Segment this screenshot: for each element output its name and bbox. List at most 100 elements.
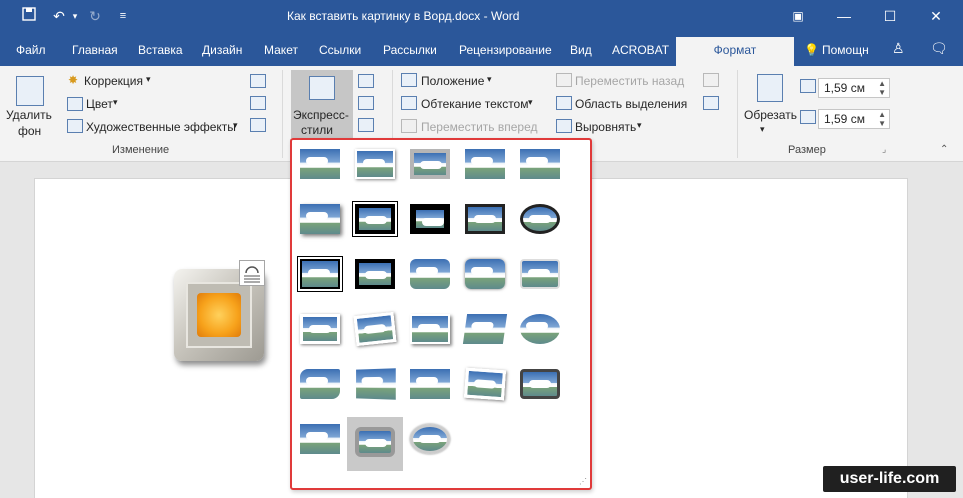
style-preview-image [462,314,508,344]
tab-review[interactable]: Рецензирование [459,43,552,57]
cloud-icon [361,376,384,386]
rotate-icon[interactable] [703,96,719,110]
picture-style-option[interactable] [300,369,340,399]
lightbulb-icon: 💡 [804,43,819,57]
picture-style-option[interactable] [355,368,396,400]
resize-grip-icon[interactable]: ⋰ [579,477,587,486]
remove-background-button[interactable]: Удалить [6,108,52,122]
color-button[interactable]: Цвет [86,97,113,111]
change-picture-icon[interactable] [250,96,266,110]
chevron-down-icon[interactable]: ▾ [233,120,238,131]
picture-style-option[interactable] [410,204,450,234]
save-icon[interactable] [20,7,38,25]
cloud-icon [422,218,444,226]
picture-style-option[interactable] [410,259,450,289]
picture-style-option[interactable] [464,367,506,401]
quick-styles-label: Экспресс- [293,108,349,122]
tab-acrobat[interactable]: ACROBAT [612,43,669,57]
maximize-icon[interactable]: ☐ [878,6,902,26]
tab-design[interactable]: Дизайн [202,43,242,57]
picture-border-icon[interactable] [358,74,374,88]
picture-style-option[interactable] [465,204,505,234]
tab-file[interactable]: Файл [16,43,46,57]
tab-layout[interactable]: Макет [264,43,298,57]
picture-style-option[interactable] [410,369,450,399]
redo-icon[interactable]: ↻ [86,7,104,25]
cloud-icon [471,267,493,275]
picture-style-option[interactable] [410,149,450,179]
tab-insert[interactable]: Вставка [138,43,183,57]
tell-me-box[interactable]: Помощн [822,43,869,57]
picture-style-option[interactable] [353,311,397,347]
close-icon[interactable]: ✕ [924,6,948,26]
send-backward-icon [556,73,572,87]
minimize-icon[interactable]: — [832,6,856,26]
picture-style-option[interactable] [352,201,398,237]
send-backward-button[interactable]: Переместить назад [575,74,684,88]
picture-layout-icon[interactable] [358,118,374,132]
width-field[interactable]: 1,59 см ▲ ▼ [818,109,890,129]
picture-style-option[interactable] [520,259,560,289]
wrap-text-button[interactable]: Обтекание текстом [421,97,528,111]
picture-style-option[interactable] [462,314,508,344]
picture-style-option[interactable] [465,149,505,179]
picture-style-option[interactable] [300,424,340,454]
style-preview-image [300,369,340,399]
picture-style-option[interactable] [410,424,450,454]
chevron-down-icon[interactable]: ▾ [487,74,492,85]
picture-style-option[interactable] [300,149,340,179]
spinner-arrows-icon[interactable]: ▲ ▼ [878,79,886,97]
picture-style-option[interactable] [355,149,395,179]
chevron-down-icon[interactable]: ▾ [528,97,533,108]
align-button[interactable]: Выровнять [575,120,636,134]
ribbon-display-icon[interactable]: ▣ [786,6,810,26]
dialog-launcher-icon[interactable]: ⌟ [882,144,886,155]
comments-icon[interactable]: 🗨 [930,40,948,57]
picture-style-option[interactable] [520,149,560,179]
cloud-icon [306,432,328,440]
picture-style-option[interactable] [520,369,560,399]
chevron-down-icon[interactable]: ▾ [637,120,642,131]
chevron-down-icon[interactable]: ▾ [146,74,151,85]
tab-format[interactable]: Формат [676,37,794,66]
picture-effects-icon[interactable] [358,96,374,110]
share-icon[interactable]: ♙ [892,40,905,57]
picture-style-option[interactable] [347,417,403,471]
picture-style-option[interactable] [465,259,505,289]
cloud-icon [473,379,497,389]
position-button[interactable]: Положение [421,74,484,88]
tab-home[interactable]: Главная [72,43,118,57]
artistic-effects-button[interactable]: Художественные эффекты [86,120,236,134]
compress-pictures-icon[interactable] [250,74,266,88]
crop-button[interactable]: Обрезать [744,108,797,122]
style-preview-image [520,314,560,344]
reset-picture-icon[interactable] [250,118,266,132]
picture-style-option[interactable] [520,314,560,344]
picture-style-option[interactable] [300,204,340,234]
height-field[interactable]: 1,59 см ▲ ▼ [818,78,890,98]
bring-forward-button[interactable]: Переместить вперед [421,120,537,134]
picture-style-option[interactable] [410,314,450,344]
width-value: 1,59 см [824,112,865,126]
cloud-icon [526,322,548,330]
picture-style-option[interactable] [355,259,395,289]
picture-style-option[interactable] [520,204,560,234]
picture-style-option[interactable] [297,256,343,292]
tab-mailings[interactable]: Рассылки [383,43,437,57]
tab-view[interactable]: Вид [570,43,592,57]
picture-style-option[interactable] [300,314,340,344]
chevron-down-icon[interactable]: ▾ [113,97,118,108]
customize-icon[interactable]: ≡ [114,7,132,25]
selection-pane-button[interactable]: Область выделения [575,97,687,111]
style-preview-image [410,149,450,179]
undo-dropdown-icon[interactable]: ▾ [66,7,84,25]
style-preview-image [465,259,505,289]
spinner-arrows-icon[interactable]: ▲ ▼ [878,110,886,128]
quick-styles-button[interactable]: Экспресс- стили [291,70,353,138]
layout-options-icon[interactable] [239,260,265,286]
collapse-ribbon-icon[interactable]: ⌃ [940,144,948,155]
quick-styles-label-2: стили [301,123,333,137]
tab-references[interactable]: Ссылки [319,43,361,57]
correction-button[interactable]: Коррекция [84,74,143,88]
chevron-down-icon[interactable]: ▾ [760,124,765,135]
